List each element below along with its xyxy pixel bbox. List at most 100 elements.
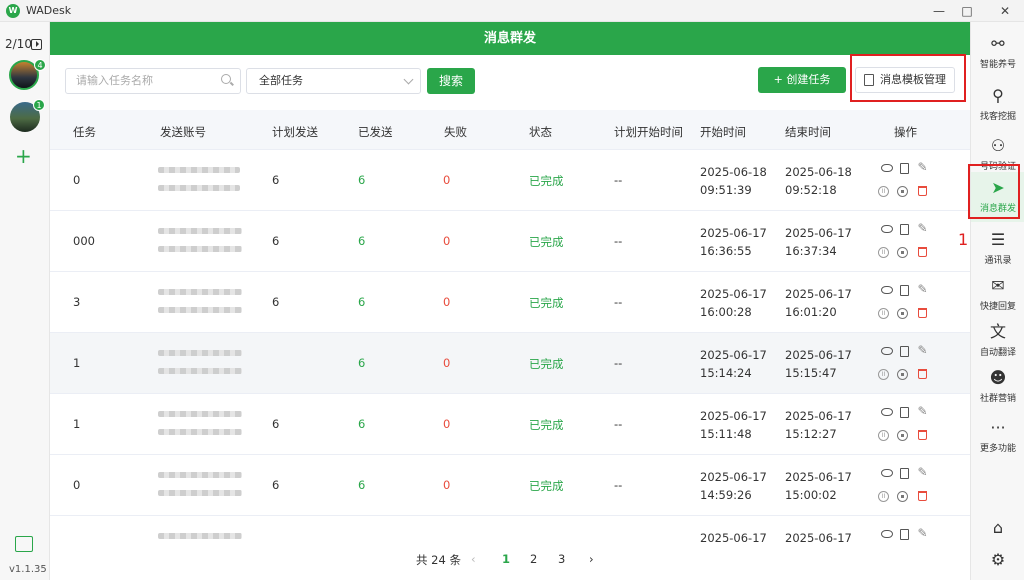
account-redacted <box>158 289 242 295</box>
page-3-button[interactable]: 3 <box>558 552 565 566</box>
create-task-button[interactable]: + 创建任务 <box>758 67 846 93</box>
col-task: 任务 <box>73 125 96 139</box>
pause-icon[interactable]: II <box>878 308 889 319</box>
view-icon[interactable] <box>881 225 893 233</box>
stop-icon[interactable] <box>897 491 908 502</box>
table-row: 000 6 6 0 已完成 -- 2025-06-17 16:36:55 2025-06-17 1… <box>50 211 970 272</box>
copy-icon[interactable] <box>900 346 909 357</box>
close-button[interactable]: ✕ <box>988 0 1022 22</box>
status-text: 已完成 <box>529 296 564 310</box>
next-page-button[interactable]: › <box>589 552 594 566</box>
contacts-icon: ☰ <box>990 230 1006 249</box>
chart-icon[interactable] <box>15 536 33 552</box>
trash-icon[interactable] <box>918 369 927 379</box>
unread-badge-1: 4 <box>34 59 46 71</box>
planned-count: 6 <box>272 234 280 248</box>
start-time: 2025-06-17 15:11:48 <box>700 407 767 443</box>
account-redacted <box>158 368 242 374</box>
planned-count: 6 <box>272 417 280 431</box>
account-redacted <box>158 429 242 435</box>
edit-icon[interactable]: ✎ <box>917 527 928 539</box>
collapse-panel-icon[interactable] <box>31 39 42 50</box>
planned-count: 6 <box>272 478 280 492</box>
pause-icon[interactable]: II <box>878 491 889 502</box>
maximize-button[interactable]: □ <box>950 0 984 22</box>
col-plan-start: 计划开始时间 <box>614 125 683 139</box>
stop-icon[interactable] <box>897 430 908 441</box>
edit-icon[interactable]: ✎ <box>917 283 928 295</box>
highlight-box-nav <box>968 164 1020 219</box>
sidebar-item-contacts[interactable]: ☰ 通讯录 <box>971 224 1024 274</box>
planned-count: 6 <box>272 173 280 187</box>
copy-icon[interactable] <box>900 163 909 174</box>
sidebar-item-more[interactable]: ··· 更多功能 <box>971 412 1024 462</box>
stop-icon[interactable] <box>897 369 908 380</box>
end-time: 2025-06-18 09:52:18 <box>785 163 852 199</box>
status-text: 已完成 <box>529 418 564 432</box>
sent-count: 6 <box>358 478 366 492</box>
trash-icon[interactable] <box>918 186 927 196</box>
page-1-button[interactable]: 1 <box>502 552 510 566</box>
account-redacted <box>158 185 240 191</box>
start-time-date: 2025-06-17 <box>700 409 767 423</box>
view-icon[interactable] <box>881 164 893 172</box>
copy-icon[interactable] <box>900 407 909 418</box>
copy-icon[interactable] <box>900 468 909 479</box>
sidebar-item-share[interactable]: ⚯ 智能养号 <box>971 28 1024 78</box>
sidebar-item-user-pin[interactable]: ⚲ 找客挖掘 <box>971 80 1024 130</box>
copy-icon[interactable] <box>900 285 909 296</box>
pause-icon[interactable]: II <box>878 247 889 258</box>
pause-icon[interactable]: II <box>878 186 889 197</box>
sidebar-item-translate[interactable]: 文自动翻译 <box>971 316 1024 366</box>
copy-icon[interactable] <box>900 529 909 540</box>
view-icon[interactable] <box>881 530 893 538</box>
trash-icon[interactable] <box>918 308 927 318</box>
edit-icon[interactable]: ✎ <box>917 344 928 356</box>
end-time-clock: 15:00:02 <box>785 488 837 502</box>
search-button[interactable]: 搜索 <box>427 68 475 94</box>
edit-icon[interactable]: ✎ <box>917 405 928 417</box>
user-search-icon: ⚇ <box>990 136 1006 155</box>
copy-icon[interactable] <box>900 224 909 235</box>
edit-icon[interactable]: ✎ <box>917 161 928 173</box>
start-time-date: 2025-06-17 <box>700 348 767 362</box>
table-row: 0 6 6 0 已完成 -- 2025-06-18 09:51:39 2025-06-18 09:… <box>50 150 970 211</box>
settings-button[interactable]: ⚙ <box>971 544 1024 574</box>
task-search-input[interactable] <box>65 68 241 94</box>
start-time-clock: 16:36:55 <box>700 244 752 258</box>
view-icon[interactable] <box>881 469 893 477</box>
sidebar-item-message[interactable]: ✉ 快捷回复 <box>971 270 1024 320</box>
failed-count: 0 <box>443 295 451 309</box>
sent-count: 6 <box>358 417 366 431</box>
failed-count: 0 <box>443 356 451 370</box>
view-icon[interactable] <box>881 347 893 355</box>
page-2-button[interactable]: 2 <box>530 552 537 566</box>
stop-icon[interactable] <box>897 308 908 319</box>
end-time-date: 2025-06-17 <box>785 348 852 362</box>
view-icon[interactable] <box>881 408 893 416</box>
prev-page-button[interactable]: ‹ <box>471 552 476 566</box>
table-row: 0 6 6 0 已完成 -- 2025-06-17 14:59:26 2025-06-17 15:… <box>50 455 970 516</box>
pause-icon[interactable]: II <box>878 369 889 380</box>
account-redacted <box>158 228 242 234</box>
end-time-clock: 09:52:18 <box>785 183 837 197</box>
trash-icon[interactable] <box>918 247 927 257</box>
task-name: 000 <box>73 234 95 248</box>
sidebar-item-group[interactable]: ☻ 社群营销 <box>971 362 1024 412</box>
add-account-button[interactable]: + <box>15 146 32 166</box>
trash-icon[interactable] <box>918 430 927 440</box>
col-status: 状态 <box>529 125 552 139</box>
sidebar-item-label: 更多功能 <box>979 444 1016 454</box>
stop-icon[interactable] <box>897 186 908 197</box>
store-button[interactable]: ⌂ <box>971 512 1024 542</box>
task-filter-select[interactable]: 全部任务 <box>246 68 421 94</box>
sidebar-item-label: 快捷回复 <box>979 302 1016 312</box>
trash-icon[interactable] <box>918 491 927 501</box>
feature-sidebar: ⚯ 智能养号 ⚲ 找客挖掘 ⚇ 号码验证 ➤ 消息群发 ☰ 通讯录 ✉ 快捷回复文自动翻译 ☻ 社群营销 ·… <box>970 22 1024 580</box>
view-icon[interactable] <box>881 286 893 294</box>
stop-icon[interactable] <box>897 247 908 258</box>
edit-icon[interactable]: ✎ <box>917 466 928 478</box>
pause-icon[interactable]: II <box>878 430 889 441</box>
edit-icon[interactable]: ✎ <box>917 222 928 234</box>
account-redacted <box>158 472 242 478</box>
